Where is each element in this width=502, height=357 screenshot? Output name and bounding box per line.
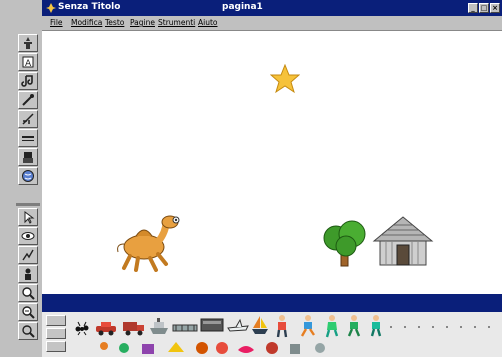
sticker-prev-button[interactable]: [46, 315, 66, 326]
maximize-icon[interactable]: □: [479, 3, 489, 13]
palette-divider: [16, 203, 40, 206]
menu-pagine[interactable]: Pagine: [130, 18, 155, 27]
menu-aiuto[interactable]: Aiuto: [198, 18, 218, 27]
sound-tool-icon[interactable]: [18, 72, 38, 90]
eye-tool-icon[interactable]: [18, 227, 38, 245]
sticker-tray: [42, 312, 502, 357]
ant-sticker-icon[interactable]: [74, 320, 90, 336]
stamp-tool-icon[interactable]: [18, 34, 38, 52]
title-bar: Senza Titolo pagina1 _ □ ×: [42, 0, 502, 16]
sticker-row-2[interactable]: [98, 340, 338, 356]
text-tool-icon[interactable]: A: [18, 53, 38, 71]
window-title: Senza Titolo: [58, 2, 121, 12]
menu-strumenti[interactable]: Strumenti: [158, 18, 195, 27]
camel-sticker[interactable]: [114, 214, 184, 272]
zoom-out-icon[interactable]: [18, 303, 38, 321]
person-tool-icon[interactable]: [18, 265, 38, 283]
zoom-in-icon[interactable]: [18, 284, 38, 302]
shoe-sticker-icon[interactable]: [200, 316, 224, 334]
menu-file[interactable]: File: [50, 18, 63, 27]
app-icon: [46, 3, 56, 13]
tree-sticker[interactable]: [320, 218, 370, 268]
sticker-tray-controls: [44, 314, 68, 355]
star-sticker[interactable]: [270, 64, 300, 94]
dancer-sticker-icon[interactable]: [324, 314, 340, 338]
runner-sticker-icon[interactable]: [300, 314, 316, 338]
menu-testo[interactable]: Testo: [105, 18, 124, 27]
draw-tool-icon[interactable]: [18, 246, 38, 264]
car-sticker-icon[interactable]: [94, 320, 118, 336]
sticker-next-button[interactable]: [46, 341, 66, 352]
magic-wand-icon[interactable]: [18, 91, 38, 109]
ship-sticker-icon[interactable]: [148, 316, 170, 336]
close-icon[interactable]: ×: [490, 3, 500, 13]
drawing-canvas[interactable]: [42, 31, 502, 294]
brush-tool-icon[interactable]: [18, 110, 38, 128]
sticker-category-button[interactable]: [46, 328, 66, 339]
person-sticker-icon[interactable]: [274, 314, 290, 338]
walker-sticker-icon[interactable]: [368, 314, 384, 338]
child-sticker-icon[interactable]: [346, 314, 362, 338]
menu-modifica[interactable]: Modifica: [71, 18, 102, 27]
truck-sticker-icon[interactable]: [122, 318, 146, 336]
minimize-icon[interactable]: _: [468, 3, 478, 13]
globe-tool-icon[interactable]: [18, 167, 38, 185]
robot-tool-icon[interactable]: [18, 148, 38, 166]
document-title: pagina1: [222, 2, 263, 12]
pointer-tool-icon[interactable]: [18, 208, 38, 226]
svg-text:A: A: [25, 59, 32, 69]
line-tool-icon[interactable]: [18, 129, 38, 147]
search-tool-icon[interactable]: [18, 322, 38, 340]
sticker-bar-header: [42, 294, 502, 312]
train-sticker-icon[interactable]: [172, 322, 198, 334]
menu-bar: File Modifica Testo Pagine Strumenti Aiu…: [42, 16, 502, 31]
plane-sticker-icon[interactable]: [226, 316, 250, 334]
main-window: Senza Titolo pagina1 _ □ × File Modifica…: [42, 0, 502, 357]
tool-palette: A: [0, 0, 43, 357]
hut-sticker[interactable]: [372, 215, 434, 269]
sailboat-sticker-icon[interactable]: [250, 314, 270, 336]
